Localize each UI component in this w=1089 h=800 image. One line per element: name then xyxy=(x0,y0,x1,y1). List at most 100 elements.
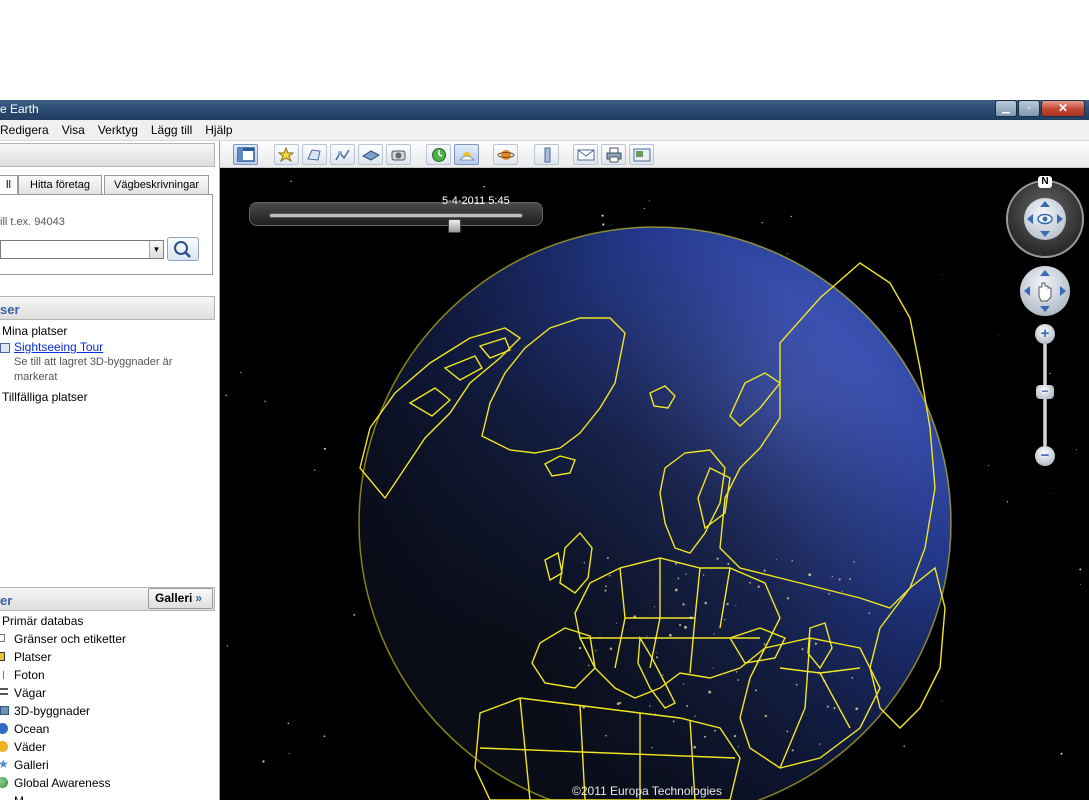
tour-icon xyxy=(0,343,10,353)
places-panel-title: ser xyxy=(0,302,20,317)
toolbar-sidebar-button[interactable] xyxy=(233,144,258,165)
tree-item-temporary-places[interactable]: Tillfälliga platser xyxy=(2,390,88,404)
globe[interactable] xyxy=(220,168,1089,800)
toolbar-ruler-button[interactable] xyxy=(534,144,559,165)
star xyxy=(226,645,228,647)
places-panel-header[interactable]: ser xyxy=(0,296,215,320)
gallery-icon: ★ xyxy=(0,757,9,771)
toolbar-historical-imagery-button[interactable] xyxy=(426,144,451,165)
look-control[interactable] xyxy=(1006,180,1084,258)
search-input[interactable] xyxy=(0,240,164,259)
layer-places[interactable]: Platser xyxy=(14,650,51,664)
tab-fly-to[interactable]: ll xyxy=(0,175,18,196)
city-light xyxy=(716,557,719,560)
layer-more[interactable]: M xyxy=(14,794,24,800)
ocean-icon xyxy=(0,723,8,734)
city-light xyxy=(737,679,740,681)
roads-icon xyxy=(0,688,8,695)
sidebar: ll Hitta företag Vägbeskrivningar ill t.… xyxy=(0,141,220,800)
north-indicator[interactable]: N xyxy=(1038,176,1052,188)
menu-view[interactable]: Visa xyxy=(62,123,92,137)
maximize-button[interactable]: ▫ xyxy=(1018,100,1040,117)
city-light xyxy=(655,656,659,659)
chevron-down-icon: ▼ xyxy=(152,245,161,254)
toolbar-placemark-button[interactable] xyxy=(274,144,299,165)
city-light xyxy=(704,735,707,738)
search-button[interactable] xyxy=(167,237,199,261)
toolbar-planets-button[interactable] xyxy=(493,144,518,165)
minimize-button[interactable]: ▁ xyxy=(995,100,1017,117)
map-copyright: ©2011 Europa Technologies xyxy=(572,784,722,798)
toolbar-print-button[interactable] xyxy=(601,144,626,165)
tree-item-my-places[interactable]: Mina platser xyxy=(2,324,67,338)
star xyxy=(648,200,650,202)
toolbar-save-image-button[interactable] xyxy=(629,144,654,165)
eye-icon[interactable] xyxy=(1024,198,1066,240)
window-title: e Earth xyxy=(0,102,39,116)
map-view[interactable]: 5-4-2011 5:45 ©2011 Europa Technologies … xyxy=(220,168,1089,800)
toolbar-overlay-button[interactable] xyxy=(358,144,383,165)
toolbar-sunlight-button[interactable] xyxy=(454,144,479,165)
city-light xyxy=(662,674,664,676)
google-earth-window: e Earth ▁ ▫ ✕ Redigera Visa Verktyg Lägg… xyxy=(0,0,1089,800)
city-light xyxy=(623,623,625,625)
zoom-out-button[interactable]: − xyxy=(1035,446,1055,466)
weather-icon xyxy=(0,741,8,752)
time-slider-track[interactable] xyxy=(269,213,523,233)
search-history-dropdown[interactable]: ▼ xyxy=(149,241,163,258)
star xyxy=(353,614,356,616)
tour-description-line1: Se till att lagret 3D-byggnader är xyxy=(14,356,173,368)
move-control[interactable] xyxy=(1020,266,1070,316)
city-light xyxy=(682,603,685,606)
menu-add[interactable]: Lägg till xyxy=(151,123,199,137)
search-tabs: ll Hitta företag Vägbeskrivningar xyxy=(0,175,215,196)
city-light xyxy=(693,745,696,749)
layer-ocean[interactable]: Ocean xyxy=(14,722,49,736)
city-light xyxy=(823,679,826,682)
city-light xyxy=(648,705,651,707)
city-light xyxy=(735,605,737,607)
menu-edit[interactable]: Redigera xyxy=(0,123,56,137)
layer-photos[interactable]: Foton xyxy=(14,668,45,682)
toolbar-email-button[interactable] xyxy=(573,144,598,165)
title-bar[interactable]: e Earth ▁ ▫ ✕ xyxy=(0,100,1089,120)
city-light xyxy=(685,573,687,575)
city-light xyxy=(833,707,836,710)
menu-tools[interactable]: Verktyg xyxy=(98,123,145,137)
tab-directions[interactable]: Vägbeskrivningar xyxy=(104,175,209,195)
city-light xyxy=(606,557,609,559)
toolbar-record-tour-button[interactable] xyxy=(386,144,411,165)
star xyxy=(225,394,227,397)
city-light xyxy=(726,602,729,606)
city-light xyxy=(786,730,789,733)
time-slider-thumb[interactable] xyxy=(448,219,461,233)
city-light xyxy=(763,643,766,646)
layer-3d-buildings[interactable]: 3D-byggnader xyxy=(14,704,90,718)
layer-global-awareness[interactable]: Global Awareness xyxy=(14,776,111,790)
zoom-slider-thumb[interactable]: − xyxy=(1036,385,1054,399)
zoom-in-button[interactable]: + xyxy=(1035,324,1055,344)
search-panel-header[interactable] xyxy=(0,143,215,167)
menu-help[interactable]: Hjälp xyxy=(205,123,239,137)
tree-item-sightseeing-tour[interactable]: Sightseeing Tour xyxy=(14,340,103,354)
hand-icon xyxy=(1024,270,1066,312)
layer-gallery[interactable]: Galleri xyxy=(14,758,49,772)
city-light xyxy=(818,743,821,745)
layer-primary-database[interactable]: Primär databas xyxy=(2,614,83,628)
layer-weather[interactable]: Väder xyxy=(14,740,46,754)
gallery-button[interactable]: Galleri» xyxy=(148,588,213,609)
tab-find-businesses[interactable]: Hitta företag xyxy=(18,175,102,195)
layer-roads[interactable]: Vägar xyxy=(14,686,46,700)
city-light xyxy=(841,590,843,592)
layer-borders-labels[interactable]: Gränser och etiketter xyxy=(14,632,126,646)
planets-icon xyxy=(497,150,515,160)
toolbar-polygon-button[interactable] xyxy=(302,144,327,165)
hide-sidebar-icon xyxy=(237,147,255,162)
star xyxy=(240,371,242,374)
city-light xyxy=(702,574,705,576)
toolbar-path-button[interactable] xyxy=(330,144,355,165)
star xyxy=(483,185,485,188)
city-light xyxy=(791,749,794,752)
close-button[interactable]: ✕ xyxy=(1041,100,1085,117)
star xyxy=(761,221,763,224)
